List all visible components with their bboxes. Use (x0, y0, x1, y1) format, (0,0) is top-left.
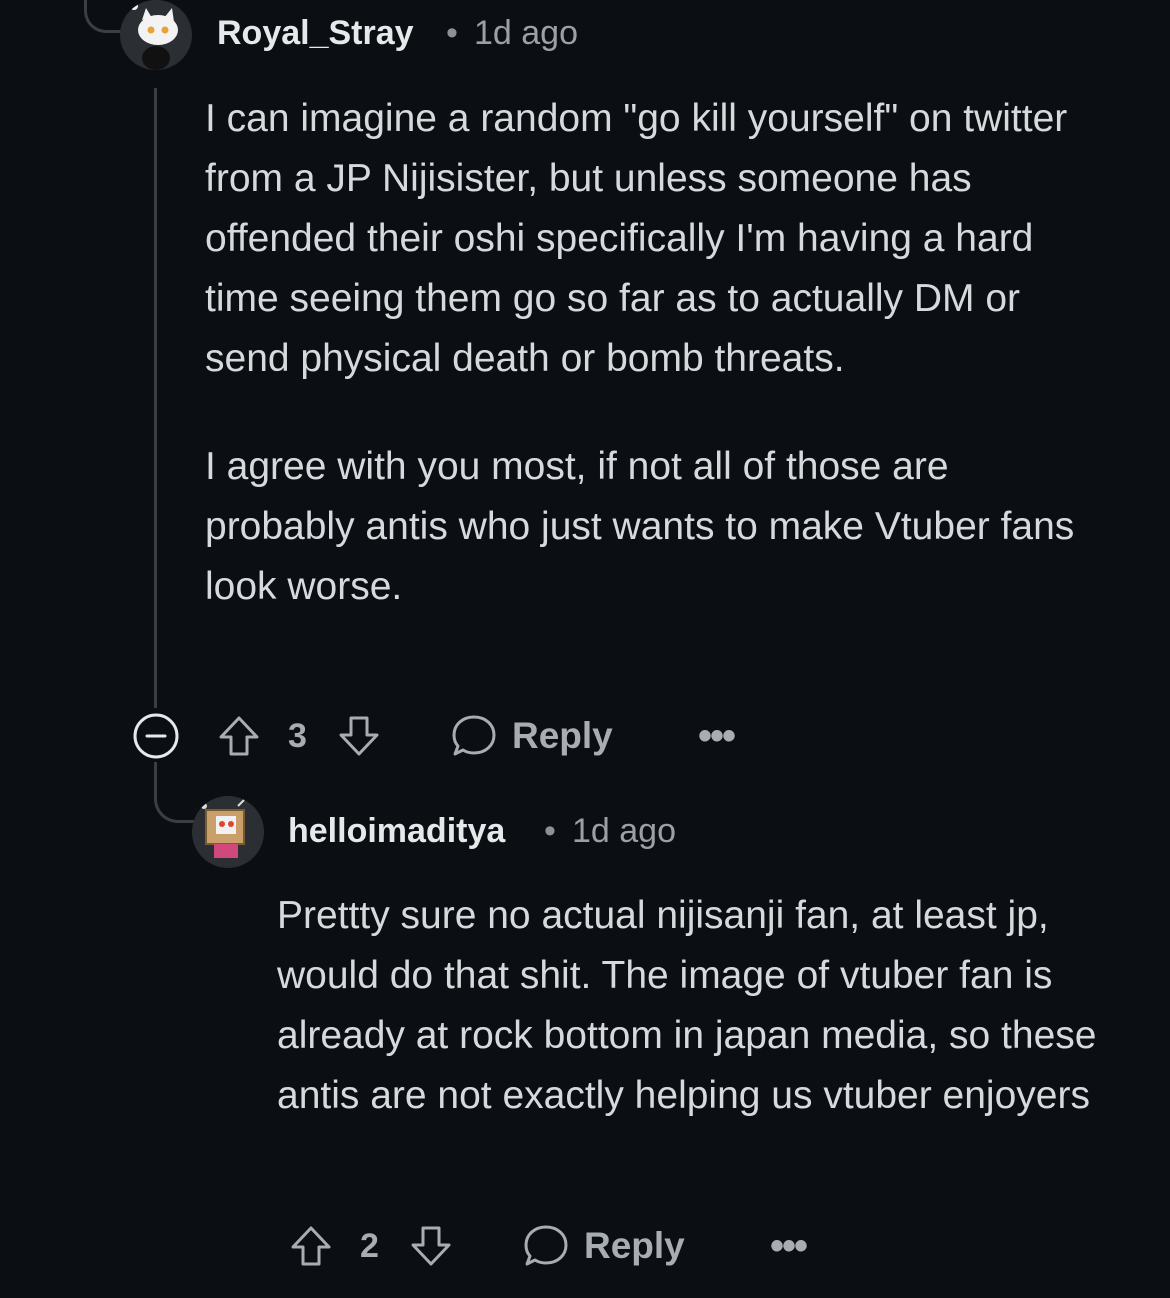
downvote-icon (339, 716, 379, 756)
downvote-icon (411, 1226, 451, 1266)
upvote-button[interactable] (216, 706, 262, 766)
comment-paragraph: I can imagine a random "go kill yourself… (205, 97, 1068, 380)
comment-bubble-icon (524, 1225, 568, 1266)
comment-paragraph: Prettty sure no actual nijisanji fan, at… (277, 894, 1097, 1117)
upvote-button[interactable] (288, 1216, 334, 1276)
meta-separator: • (446, 14, 458, 52)
vote-count: 3 (288, 716, 307, 755)
thread-line-parent-curve (84, 0, 123, 33)
white-cat-snoo-avatar-icon (121, 0, 191, 70)
upvote-icon (219, 716, 259, 756)
meta-separator: • (544, 812, 556, 850)
comment-paragraph: I agree with you most, if not all of tho… (205, 445, 1075, 608)
comment-body: I can imagine a random "go kill yourself… (205, 89, 1105, 617)
comment-bubble-icon (452, 715, 496, 756)
downvote-button[interactable] (336, 706, 382, 766)
reply-button[interactable]: Reply (450, 706, 613, 766)
reply-label: Reply (584, 1225, 685, 1266)
timestamp: 1d ago (474, 14, 578, 52)
thread-line-reply-curve (154, 762, 195, 823)
thread-line-comment-1 (154, 88, 157, 708)
reply-button[interactable]: Reply (522, 1216, 685, 1276)
vote-count: 2 (360, 1226, 379, 1265)
downvote-button[interactable] (408, 1216, 454, 1276)
more-options-button[interactable]: ••• (698, 706, 736, 766)
box-head-snoo-avatar-icon (192, 796, 264, 868)
comment-actions: 2 Reply ••• (200, 1216, 820, 1276)
more-options-button[interactable]: ••• (770, 1216, 808, 1276)
collapse-button[interactable] (132, 706, 180, 766)
timestamp: 1d ago (572, 812, 676, 850)
avatar[interactable] (120, 0, 192, 70)
comment-actions: 3 Reply ••• (130, 706, 750, 766)
username[interactable]: Royal_Stray (217, 14, 414, 53)
avatar[interactable] (192, 796, 264, 868)
comment-body: Prettty sure no actual nijisanji fan, at… (277, 886, 1127, 1126)
reply-label: Reply (512, 715, 613, 756)
username[interactable]: helloimaditya (288, 812, 505, 851)
collapse-icon (133, 713, 179, 759)
upvote-icon (291, 1226, 331, 1266)
